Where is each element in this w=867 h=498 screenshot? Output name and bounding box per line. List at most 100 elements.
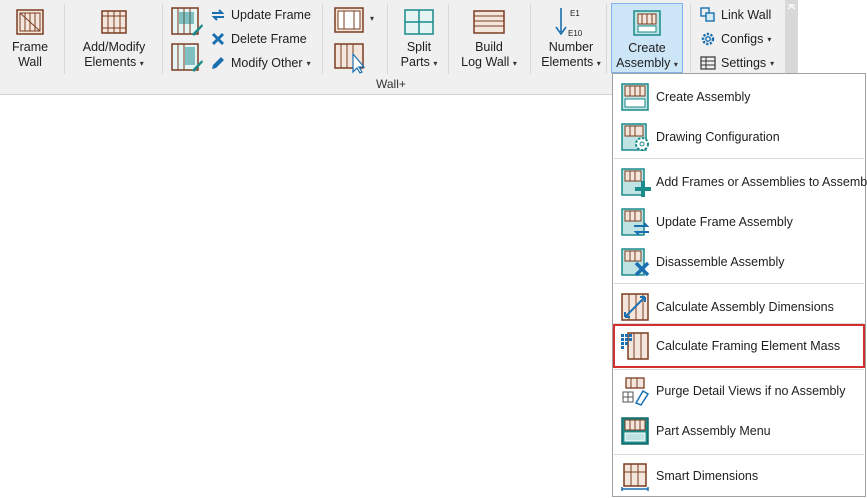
- number-elements-icon: E1 E10: [553, 6, 589, 38]
- split-parts-button[interactable]: Split Parts ▾: [396, 8, 442, 71]
- settings-label: Settings: [721, 56, 767, 70]
- elements-icon: [101, 10, 127, 34]
- smart-dimensions-icon: [621, 463, 649, 491]
- link-wall-icon: [700, 7, 715, 22]
- refresh-arrows-icon: [211, 9, 225, 21]
- menu-item-update-frame-assembly[interactable]: Update Frame Assembly: [614, 203, 864, 241]
- menu-separator: [614, 454, 864, 455]
- chevron-down-icon: ▾: [767, 34, 772, 44]
- ribbon-separator: [322, 4, 323, 74]
- delete-frame-label: Delete Frame: [231, 32, 307, 46]
- menu-item-smart-dimensions[interactable]: Smart Dimensions: [614, 457, 864, 495]
- menu-item-label: Part Assembly Menu: [656, 424, 771, 438]
- ribbon-separator: [162, 4, 163, 74]
- log-wall-icon: [473, 10, 505, 34]
- create-assembly-label-1: Create: [628, 41, 666, 55]
- split-parts-label-2: Parts ▾: [400, 55, 438, 69]
- chevron-down-icon: ▾: [596, 59, 601, 68]
- split-parts-icon: [404, 9, 434, 35]
- highlight-box: [613, 324, 865, 368]
- update-assembly-icon: [621, 208, 650, 236]
- update-frame-button[interactable]: Update Frame: [210, 7, 311, 23]
- menu-item-create-assembly[interactable]: Create Assembly: [614, 78, 864, 116]
- modify-other-button[interactable]: Modify Other ▾: [210, 55, 311, 71]
- modify-other-label: Modify Other: [231, 56, 303, 70]
- menu-item-part-assembly-menu[interactable]: Part Assembly Menu: [614, 412, 864, 450]
- assembly-icon: [633, 10, 661, 36]
- menu-item-add-frames[interactable]: Add Frames or Assemblies to Assembly: [614, 163, 867, 201]
- chevron-down-icon: ▾: [673, 60, 678, 69]
- chevron-down-icon: ▾: [512, 59, 517, 68]
- build-log-wall-button[interactable]: Build Log Wall ▾: [456, 8, 522, 71]
- gear-icon: [701, 32, 715, 46]
- menu-item-calculate-assembly-dimensions[interactable]: Calculate Assembly Dimensions: [614, 288, 864, 326]
- ribbon-separator: [690, 4, 691, 74]
- ribbon-separator: [606, 4, 607, 74]
- add-modify-elements-button[interactable]: Add/Modify Elements ▾: [74, 8, 154, 71]
- menu-item-label: Update Frame Assembly: [656, 215, 793, 229]
- configs-button[interactable]: Configs ▾: [700, 31, 771, 47]
- split-parts-label-1: Split: [406, 40, 432, 54]
- menu-item-purge-detail-views[interactable]: Purge Detail Views if no Assembly: [614, 372, 864, 410]
- add-modify-label-1: Add/Modify: [82, 40, 146, 54]
- ribbon-separator: [530, 4, 531, 74]
- menu-item-label: Drawing Configuration: [656, 130, 780, 144]
- chevron-down-icon: ▾: [770, 58, 775, 68]
- chevron-down-icon: ▾: [433, 59, 438, 68]
- build-log-label-1: Build: [475, 40, 503, 54]
- chevron-down-icon: ▾: [139, 59, 144, 68]
- add-to-assembly-icon: [621, 168, 651, 197]
- disassemble-icon: [621, 248, 650, 277]
- menu-item-drawing-configuration[interactable]: Drawing Configuration: [614, 118, 864, 156]
- number-elements-label-2: Elements ▾: [541, 55, 601, 69]
- frame-wall-label-2: Wall: [18, 55, 42, 69]
- update-frame-label: Update Frame: [231, 8, 311, 22]
- chevron-down-icon[interactable]: ▾: [370, 14, 374, 23]
- menu-separator: [614, 158, 864, 159]
- ribbon-group-label: Wall+: [376, 77, 406, 91]
- menu-item-label: Purge Detail Views if no Assembly: [656, 384, 846, 398]
- frame-wall-icon: [16, 9, 44, 35]
- delete-frame-button[interactable]: Delete Frame: [210, 31, 307, 47]
- drawing-config-icon: [621, 123, 649, 151]
- delete-x-icon: [211, 32, 225, 46]
- modify-frame-large-icon[interactable]: [170, 42, 204, 74]
- purge-icon: [622, 377, 650, 406]
- number-tag-last: E10: [568, 29, 583, 38]
- settings-button[interactable]: Settings ▾: [700, 55, 774, 71]
- frame-wall-label-1: Frame: [11, 40, 49, 54]
- wall-frame-icon[interactable]: [333, 6, 365, 34]
- menu-item-label: Create Assembly: [656, 90, 751, 104]
- number-tag-first: E1: [570, 9, 580, 18]
- menu-item-label: Calculate Assembly Dimensions: [656, 300, 834, 314]
- settings-grid-icon: [700, 56, 716, 70]
- part-assembly-icon: [621, 417, 649, 445]
- add-modify-label-2: Elements ▾: [84, 55, 144, 69]
- menu-item-label: Disassemble Assembly: [656, 255, 785, 269]
- menu-separator: [614, 283, 864, 284]
- down-arrow-icon: [555, 8, 567, 36]
- assembly-icon: [621, 83, 649, 111]
- menu-separator: [614, 369, 864, 370]
- number-elements-label-1: Number: [548, 40, 594, 54]
- select-wall-icon[interactable]: [333, 42, 369, 74]
- menu-item-label: Add Frames or Assemblies to Assembly: [656, 175, 867, 189]
- pencil-icon: [212, 57, 224, 69]
- frame-wall-button[interactable]: Frame Wall: [6, 8, 54, 70]
- menu-item-label: Smart Dimensions: [656, 469, 759, 483]
- ribbon-separator: [64, 4, 65, 74]
- configs-label: Configs: [721, 32, 764, 46]
- link-wall-label: Link Wall: [721, 8, 772, 22]
- create-assembly-label-2: Assembly ▾: [616, 56, 678, 70]
- link-wall-button[interactable]: Link Wall: [700, 7, 771, 23]
- expand-arrow-icon: [787, 4, 796, 10]
- ribbon-separator: [448, 4, 449, 74]
- chevron-down-icon: ▾: [306, 58, 311, 68]
- dimensions-icon: [621, 293, 649, 321]
- create-assembly-button[interactable]: Create Assembly ▾: [611, 3, 683, 73]
- number-elements-button[interactable]: E1 E10 Number Elements ▾: [537, 6, 605, 71]
- update-frame-large-icon[interactable]: [170, 6, 204, 38]
- build-log-label-2: Log Wall ▾: [461, 55, 517, 69]
- menu-item-disassemble-assembly[interactable]: Disassemble Assembly: [614, 243, 864, 281]
- create-assembly-menu: Create Assembly Drawing Configuration Ad…: [612, 73, 867, 497]
